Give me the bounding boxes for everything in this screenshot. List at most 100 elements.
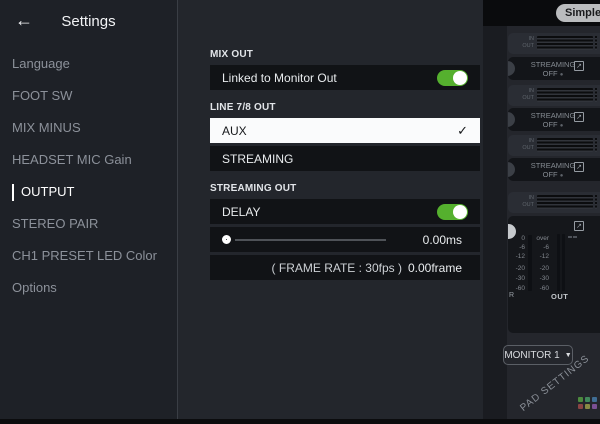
status-led-icon: ●: [560, 123, 564, 129]
status-led-icon: ●: [560, 173, 564, 179]
bottom-edge-bar: [0, 419, 600, 424]
linked-to-monitor-out-label: Linked to Monitor Out: [222, 71, 337, 85]
open-window-icon[interactable]: ↗: [574, 112, 584, 122]
channel-meter: INOUT: [508, 192, 600, 213]
meter-tick: 0: [512, 235, 525, 242]
streaming-status: STREAMING OFF ● ↗: [508, 158, 600, 181]
streaming-off-label: OFF: [543, 120, 558, 129]
pad-color-swatch: [585, 397, 590, 402]
channel-knob: [508, 61, 515, 76]
sidebar-item-stereo-pair[interactable]: STEREO PAIR: [0, 208, 177, 240]
delay-toggle[interactable]: [437, 204, 468, 220]
monitor-label: MONITOR 1: [504, 350, 559, 361]
line-78-out-title: LINE 7/8 OUT: [210, 102, 480, 113]
level-meter-bars: [537, 138, 593, 152]
over-led: [573, 236, 577, 238]
delay-label: DELAY: [222, 205, 260, 219]
meter-io-labels: INOUT: [516, 195, 534, 213]
status-led-icon: ●: [560, 72, 564, 78]
frame-rate-label: ( FRAME RATE : 30fps ): [272, 261, 402, 275]
streaming-out-section: STREAMING OUT DELAY 0.00ms ( FRAME RATE …: [210, 183, 480, 280]
meter-io-labels: INOUT: [516, 36, 534, 54]
aux-label: AUX: [222, 124, 247, 138]
simple-label: Simple: [565, 7, 600, 19]
meter-tick: -60: [512, 285, 525, 292]
streaming-status: STREAMING OFF ● ↗: [508, 108, 600, 131]
delay-row: DELAY: [210, 199, 480, 224]
active-indicator: [12, 184, 14, 201]
streaming-label: STREAMING: [222, 152, 293, 166]
sidebar-item-language[interactable]: Language: [0, 48, 177, 80]
settings-header: ← Settings: [0, 0, 177, 44]
toggle-knob: [453, 205, 467, 219]
sidebar-item-headset-mic-gain[interactable]: HEADSET MIC Gain: [0, 144, 177, 176]
meter-io-labels: INOUT: [516, 88, 534, 106]
sidebar-item-foot-sw[interactable]: FOOT SW: [0, 80, 177, 112]
linked-to-monitor-out-toggle[interactable]: [437, 70, 468, 86]
meter-tick: -30: [532, 275, 549, 282]
delay-slider-row: 0.00ms: [210, 227, 480, 252]
pad-color-swatch: [578, 404, 583, 409]
meter-tick: -20: [532, 265, 549, 272]
meter-tick: -12: [512, 253, 525, 260]
meter-peak-dots: [595, 88, 597, 102]
level-meter-bars: [537, 195, 593, 209]
sidebar-item-output[interactable]: OUTPUT: [0, 176, 177, 208]
streaming-status: STREAMING OFF ● ↗: [508, 57, 600, 80]
vertical-meter: [557, 234, 560, 291]
check-icon: ✓: [457, 123, 468, 139]
meter-peak-dots: [595, 138, 597, 152]
level-meter-bars: [537, 88, 593, 102]
level-meter-bars: [537, 36, 593, 50]
toggle-knob: [453, 71, 467, 85]
meter-left-label: R: [509, 292, 514, 299]
sidebar-item-ch1-preset-led-color[interactable]: CH1 PRESET LED Color: [0, 240, 177, 272]
meter-tick: -12: [532, 253, 549, 260]
meter-tick: -60: [532, 285, 549, 292]
settings-nav: Language FOOT SW MIX MINUS HEADSET MIC G…: [0, 48, 177, 304]
meter-tick: over: [532, 235, 549, 242]
meter-tick: -6: [512, 244, 525, 251]
output-settings-panel: MIX OUT Linked to Monitor Out LINE 7/8 O…: [178, 0, 483, 419]
pad-color-swatch: [578, 397, 583, 402]
line-78-option-aux[interactable]: AUX ✓: [210, 118, 480, 143]
pad-color-swatch: [585, 404, 590, 409]
channel-knob: [508, 162, 515, 177]
frame-rate-row: ( FRAME RATE : 30fps ) 0.00frame: [210, 255, 480, 280]
channel-knob: [508, 112, 515, 127]
channel-meter: INOUT: [508, 33, 600, 54]
meter-out-label: OUT: [551, 292, 568, 301]
pad-settings-icon[interactable]: [578, 397, 597, 409]
meter-peak-dots: [595, 36, 597, 50]
delay-slider-handle[interactable]: [222, 235, 231, 244]
open-window-icon[interactable]: ↗: [574, 61, 584, 71]
channel-meter: INOUT: [508, 135, 600, 156]
vertical-meter: [562, 234, 565, 291]
meter-tick: -30: [512, 275, 525, 282]
line-78-option-streaming[interactable]: STREAMING: [210, 146, 480, 171]
streaming-out-title: STREAMING OUT: [210, 183, 480, 194]
sidebar-item-options[interactable]: Options: [0, 272, 177, 304]
mix-out-section: MIX OUT Linked to Monitor Out: [210, 49, 480, 90]
meter-tick: -20: [512, 265, 525, 272]
meter-tick: -6: [532, 244, 549, 251]
frame-value: 0.00frame: [402, 261, 462, 275]
over-led: [568, 236, 572, 238]
pad-color-swatch: [592, 397, 597, 402]
delay-slider-track[interactable]: [235, 239, 386, 241]
open-window-icon[interactable]: ↗: [574, 162, 584, 172]
simple-mode-button[interactable]: Simple ►: [556, 4, 600, 22]
monitor-select-button[interactable]: MONITOR 1 ▼: [503, 345, 573, 365]
linked-to-monitor-out-row: Linked to Monitor Out: [210, 65, 480, 90]
delay-value: 0.00ms: [402, 233, 462, 247]
streaming-off-label: OFF: [543, 69, 558, 78]
app-window: ← Settings Language FOOT SW MIX MINUS HE…: [0, 0, 600, 424]
meter-io-labels: INOUT: [516, 138, 534, 156]
back-icon[interactable]: ←: [15, 10, 33, 31]
open-window-icon[interactable]: ↗: [574, 221, 584, 231]
sidebar-item-mix-minus[interactable]: MIX MINUS: [0, 112, 177, 144]
settings-sidebar: ← Settings Language FOOT SW MIX MINUS HE…: [0, 0, 177, 419]
line-78-out-section: LINE 7/8 OUT AUX ✓ STREAMING: [210, 102, 480, 171]
streaming-off-label: OFF: [543, 170, 558, 179]
channel-meter: INOUT: [508, 85, 600, 106]
